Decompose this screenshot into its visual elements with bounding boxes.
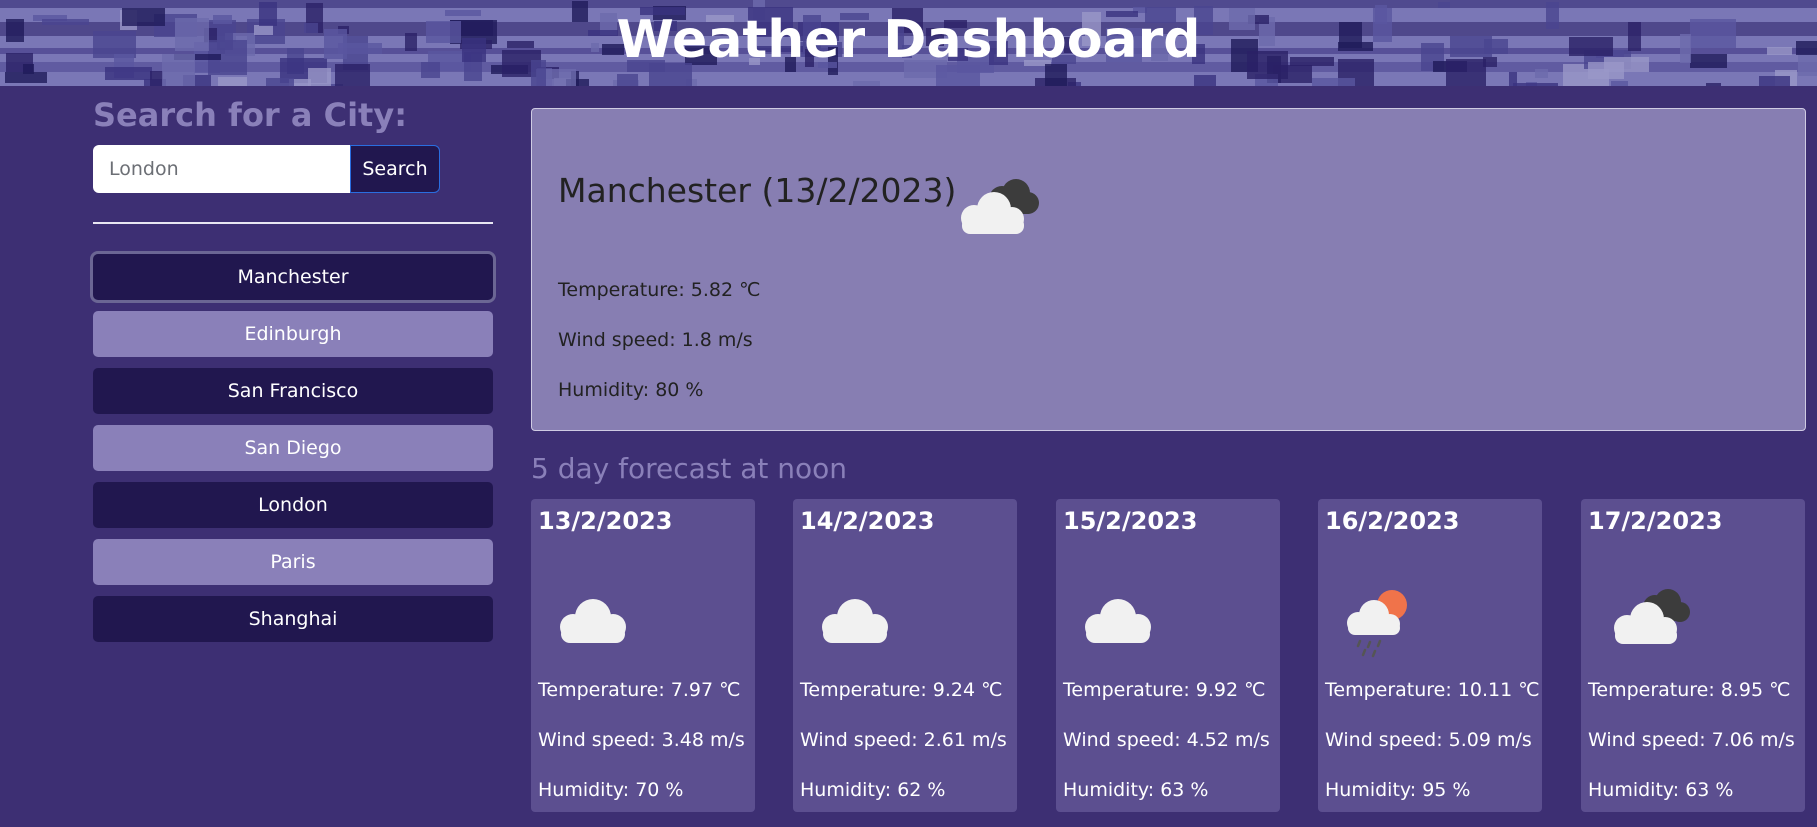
forecast-humidity: Humidity: 62 % xyxy=(800,779,946,801)
forecast-wind: Wind speed: 5.09 m/s xyxy=(1325,729,1532,751)
page-title: Weather Dashboard xyxy=(616,10,1201,70)
cloud-icon xyxy=(815,579,905,649)
forecast-wind: Wind speed: 4.52 m/s xyxy=(1063,729,1270,751)
city-button[interactable]: San Francisco xyxy=(93,368,493,414)
rain-sun-icon xyxy=(1340,579,1430,658)
forecast-humidity: Humidity: 95 % xyxy=(1325,779,1471,801)
cloud-icon xyxy=(1078,579,1168,649)
forecast-temperature: Temperature: 9.24 ℃ xyxy=(800,679,1003,701)
pattern-block xyxy=(1706,83,1721,86)
forecast-title: 5 day forecast at noon xyxy=(531,452,848,485)
forecast-date: 15/2/2023 xyxy=(1063,507,1198,535)
city-button[interactable]: London xyxy=(93,482,493,528)
cloudy-icon xyxy=(952,169,1047,239)
city-button[interactable]: Shanghai xyxy=(93,596,493,642)
divider xyxy=(93,222,493,224)
city-button[interactable]: Manchester xyxy=(93,254,493,300)
forecast-card: 17/2/2023 Temperature: 8.95 ℃ Wind speed… xyxy=(1581,499,1805,812)
city-button[interactable]: Paris xyxy=(93,539,493,585)
cloud-icon xyxy=(553,579,643,649)
current-humidity: Humidity: 80 % xyxy=(558,379,704,401)
current-wind: Wind speed: 1.8 m/s xyxy=(558,329,753,351)
forecast-date: 16/2/2023 xyxy=(1325,507,1460,535)
current-weather-card: Manchester (13/2/2023) Temperature: 5.82… xyxy=(531,108,1806,431)
forecast-card: 15/2/2023 Temperature: 9.92 ℃ Wind speed… xyxy=(1056,499,1280,812)
forecast-temperature: Temperature: 8.95 ℃ xyxy=(1588,679,1791,701)
cloudy-icon xyxy=(1603,579,1693,649)
forecast-humidity: Humidity: 63 % xyxy=(1063,779,1209,801)
forecast-temperature: Temperature: 10.11 ℃ xyxy=(1325,679,1540,701)
forecast-date: 13/2/2023 xyxy=(538,507,673,535)
current-temperature: Temperature: 5.82 ℃ xyxy=(558,279,761,301)
pattern-block xyxy=(1611,81,1628,86)
forecast-humidity: Humidity: 70 % xyxy=(538,779,684,801)
forecast-wind: Wind speed: 3.48 m/s xyxy=(538,729,745,751)
pattern-block xyxy=(853,81,880,86)
forecast-date: 17/2/2023 xyxy=(1588,507,1723,535)
city-button[interactable]: San Diego xyxy=(93,425,493,471)
city-button[interactable]: Edinburgh xyxy=(93,311,493,357)
city-history-list: Manchester Edinburgh San Francisco San D… xyxy=(93,254,493,653)
pattern-block xyxy=(1513,83,1558,86)
forecast-temperature: Temperature: 7.97 ℃ xyxy=(538,679,741,701)
search-title: Search for a City: xyxy=(93,96,407,134)
forecast-card: 16/2/2023 Temperature: 10.11 ℃ Wind spee… xyxy=(1318,499,1542,812)
forecast-humidity: Humidity: 63 % xyxy=(1588,779,1734,801)
forecast-wind: Wind speed: 2.61 m/s xyxy=(800,729,1007,751)
search-button[interactable]: Search xyxy=(350,145,440,193)
forecast-wind: Wind speed: 7.06 m/s xyxy=(1588,729,1795,751)
forecast-date: 14/2/2023 xyxy=(800,507,935,535)
forecast-card: 14/2/2023 Temperature: 9.24 ℃ Wind speed… xyxy=(793,499,1017,812)
forecast-temperature: Temperature: 9.92 ℃ xyxy=(1063,679,1266,701)
page-header: Weather Dashboard xyxy=(0,0,1817,86)
current-city-title: Manchester (13/2/2023) xyxy=(558,171,957,210)
forecast-card: 13/2/2023 Temperature: 7.97 ℃ Wind speed… xyxy=(531,499,755,812)
city-search-input[interactable] xyxy=(93,145,350,193)
